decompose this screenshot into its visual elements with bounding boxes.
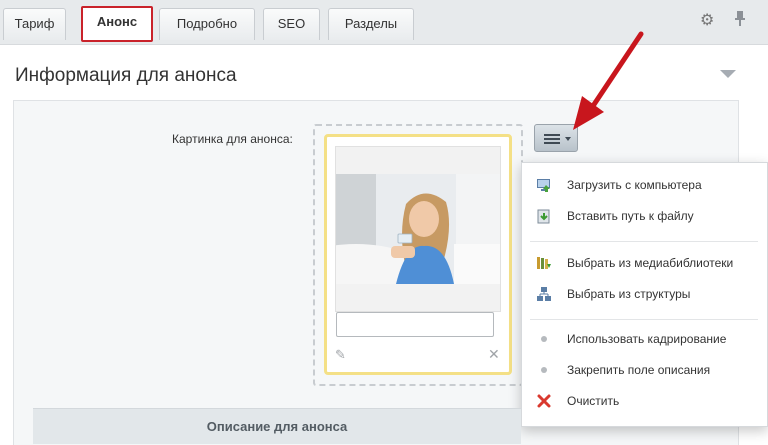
tab-bar: Тариф Анонс Подробно SEO Разделы ⚙: [0, 0, 768, 42]
close-icon[interactable]: ✕: [488, 346, 500, 363]
image-description-input[interactable]: [336, 312, 494, 337]
menu-item-file-path[interactable]: Вставить путь к файлу: [522, 203, 768, 229]
menu-divider: [530, 241, 758, 242]
menu-item-pin-description[interactable]: Закрепить поле описания: [522, 357, 768, 383]
menu-item-structure[interactable]: Выбрать из структуры: [522, 281, 768, 307]
description-section-title: Описание для анонса: [206, 419, 348, 434]
menu-item-clear[interactable]: Очистить: [522, 388, 768, 414]
pencil-icon[interactable]: ✎: [335, 347, 346, 363]
annotation-arrow-icon: [573, 31, 644, 130]
dot-icon: [541, 367, 547, 373]
tab-anons[interactable]: Анонс: [81, 6, 153, 42]
collapse-arrow-icon[interactable]: [720, 70, 736, 78]
menu-item-media-library[interactable]: Выбрать из медиабиблиотеки: [522, 250, 768, 276]
pin-icon[interactable]: [734, 10, 746, 31]
preview-image[interactable]: [336, 174, 500, 284]
dot-icon: [541, 336, 547, 342]
menu-item-crop[interactable]: Использовать кадрирование: [522, 326, 768, 352]
tab-razdely[interactable]: Разделы: [328, 8, 414, 40]
section-title: Информация для анонса: [15, 65, 237, 86]
image-source-menu: Загрузить с компьютера Вставить путь к ф…: [521, 162, 768, 427]
clear-icon: [536, 393, 552, 409]
tab-tarif[interactable]: Тариф: [3, 8, 66, 40]
file-path-icon: [536, 208, 552, 224]
menu-item-upload[interactable]: Загрузить с компьютера: [522, 172, 768, 198]
image-field-label: Картинка для анонса:: [172, 132, 293, 146]
tab-seo[interactable]: SEO: [263, 8, 320, 40]
computer-upload-icon: [536, 177, 552, 193]
menu-divider: [530, 319, 758, 320]
gear-icon[interactable]: ⚙: [700, 10, 714, 30]
structure-icon: [536, 286, 552, 302]
description-section-header[interactable]: Описание для анонса: [33, 408, 521, 444]
media-library-icon: [536, 255, 552, 271]
tab-podrobno[interactable]: Подробно: [159, 8, 255, 40]
